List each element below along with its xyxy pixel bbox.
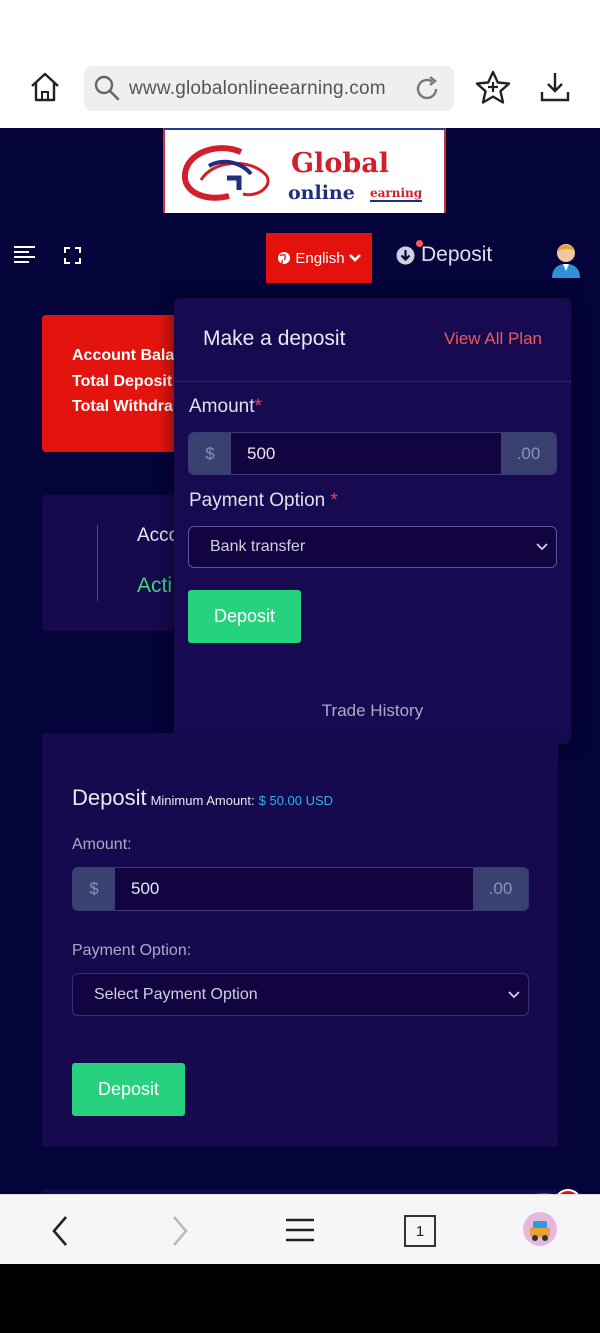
browser-bottom-bar: 1	[0, 1194, 600, 1264]
chevron-down-icon	[508, 990, 520, 998]
popup-amount-input[interactable]: 500	[231, 433, 501, 474]
required-mark: *	[254, 396, 262, 417]
amount-label-text: Amount	[189, 396, 255, 417]
popup-payment-label: Payment Option *	[189, 490, 338, 512]
system-nav-area	[0, 1264, 600, 1333]
site-logo[interactable]: Global online earning	[163, 128, 446, 213]
bookmark-star-icon[interactable]	[474, 69, 512, 107]
account-balance-label: Account Bala	[72, 347, 175, 364]
minimum-amount-value: $ 50.00 USD	[258, 793, 334, 808]
reload-icon[interactable]	[413, 75, 441, 103]
globe-icon	[278, 252, 291, 265]
nav-deposit-label: Deposit	[421, 243, 493, 266]
divider	[174, 381, 571, 382]
deposit-amount-input[interactable]: 500	[115, 868, 473, 910]
trade-history-link[interactable]: Trade History	[174, 701, 571, 721]
home-icon[interactable]	[29, 71, 61, 103]
popup-amount-label: Amount*	[189, 396, 262, 418]
screen: www.globalonlineearning.com Global onlin…	[0, 0, 600, 1333]
deposit-amount-input-group: $ 500 .00	[72, 867, 529, 911]
profile-icon[interactable]	[522, 1211, 558, 1247]
language-selector[interactable]: English	[266, 233, 372, 283]
download-circle-icon	[396, 246, 415, 264]
notification-dot	[416, 240, 423, 247]
required-mark: *	[330, 490, 338, 511]
browser-toolbar: www.globalonlineearning.com	[0, 55, 600, 128]
deposit-payment-select[interactable]: Select Payment Option	[72, 973, 529, 1016]
web-page: Global online earning English Deposit Ac…	[0, 128, 600, 1279]
currency-prefix: $	[189, 433, 231, 474]
decimal-suffix: .00	[501, 433, 556, 474]
address-bar[interactable]: www.globalonlineearning.com	[84, 66, 454, 111]
hamburger-menu-icon[interactable]	[285, 1217, 315, 1243]
chevron-down-icon	[536, 543, 548, 551]
total-deposit-label: Total Deposit	[72, 373, 173, 390]
status-bar-area	[0, 0, 600, 55]
account-status-value: Acti	[137, 574, 173, 597]
popup-amount-input-group: $ 500 .00	[188, 432, 557, 475]
tabs-button[interactable]: 1	[404, 1215, 436, 1247]
deposit-card-title: Deposit Minimum Amount: $ 50.00 USD	[72, 785, 333, 811]
minimum-amount-label: Minimum Amount:	[150, 793, 255, 808]
logo-text-earning: earning	[370, 186, 423, 202]
language-label: English	[295, 249, 345, 267]
currency-prefix: $	[73, 868, 115, 910]
payment-label-text: Payment Option	[189, 490, 326, 511]
back-arrow-icon[interactable]	[50, 1215, 70, 1247]
logo-swoosh-icon	[181, 145, 270, 201]
popup-payment-select[interactable]: Bank transfer	[188, 526, 557, 568]
payment-placeholder: Select Payment Option	[94, 985, 258, 1003]
deposit-amount-label: Amount:	[72, 836, 132, 853]
chevron-down-icon	[348, 254, 361, 262]
view-all-plan-link[interactable]: View All Plan	[444, 329, 542, 349]
deposit-title-text: Deposit	[72, 785, 147, 810]
avatar-icon[interactable]	[550, 240, 582, 278]
forward-arrow-icon[interactable]	[170, 1215, 190, 1247]
search-icon	[94, 75, 120, 101]
deposit-payment-label: Payment Option:	[72, 942, 192, 959]
deposit-form-card: Deposit Minimum Amount: $ 50.00 USD Amount…	[42, 733, 558, 1147]
menu-icon[interactable]	[13, 245, 36, 263]
divider	[97, 525, 98, 601]
popup-title: Make a deposit	[203, 327, 346, 350]
logo-text-global: Global	[291, 148, 389, 179]
download-icon[interactable]	[538, 70, 572, 104]
nav-deposit-button[interactable]: Deposit	[396, 243, 492, 267]
logo-text-online: online	[288, 182, 355, 204]
popup-deposit-button[interactable]: Deposit	[188, 590, 301, 643]
payment-selected-value: Bank transfer	[210, 538, 306, 555]
url-text: www.globalonlineearning.com	[129, 78, 386, 99]
deposit-submit-button[interactable]: Deposit	[72, 1063, 185, 1116]
make-deposit-dropdown: Make a deposit View All Plan Amount* $ 5…	[174, 298, 571, 744]
total-withdraw-label: Total Withdra	[72, 398, 173, 415]
fullscreen-icon[interactable]	[64, 247, 81, 264]
decimal-suffix: .00	[473, 868, 528, 910]
account-status-label: Acco	[137, 525, 180, 546]
